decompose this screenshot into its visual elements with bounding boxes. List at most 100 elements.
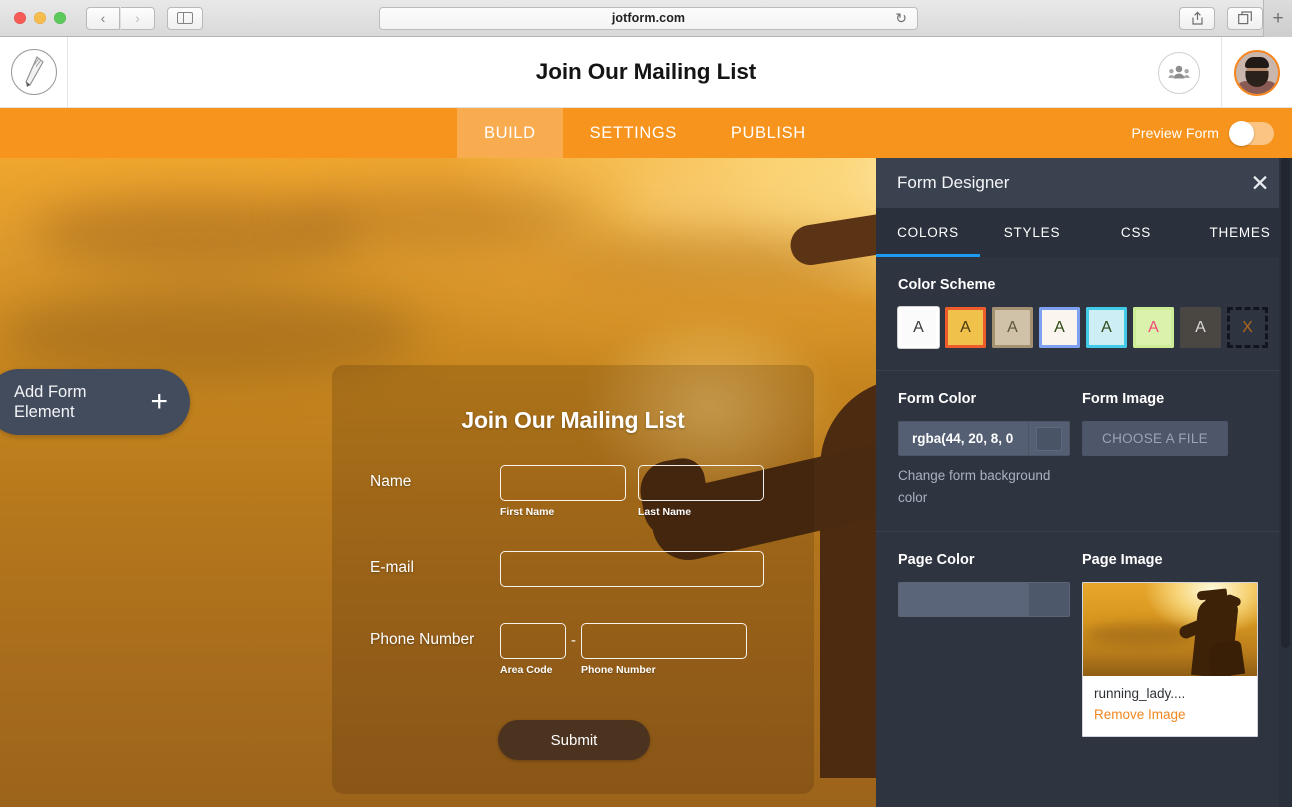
share-button[interactable] <box>1179 7 1215 30</box>
page-color-input-group[interactable] <box>898 582 1070 617</box>
last-name-input[interactable] <box>638 465 764 501</box>
chevron-left-icon: ‹ <box>100 10 106 26</box>
designer-tabs: COLORS STYLES CSS THEMES <box>876 208 1292 257</box>
form-heading: Join Our Mailing List <box>461 407 685 433</box>
main-toolbar: BUILD SETTINGS PUBLISH Preview Form <box>0 108 1292 158</box>
page-color-input[interactable] <box>899 583 1028 616</box>
field-input-group-area-code: Area Code <box>500 623 566 676</box>
page-color-chip[interactable] <box>1028 583 1069 616</box>
color-scheme-swatches: A A A A A A A X <box>898 307 1270 348</box>
forward-button[interactable]: › <box>121 6 155 30</box>
tab-publish[interactable]: PUBLISH <box>704 108 833 158</box>
form-color-input[interactable]: rgba(44, 20, 8, 0 <box>899 422 1028 455</box>
color-swatch-4[interactable]: A <box>1039 307 1080 348</box>
tab-settings[interactable]: SETTINGS <box>563 108 704 158</box>
field-input-group-phone-number: Phone Number <box>581 623 747 676</box>
avatar-cell[interactable] <box>1221 37 1292 108</box>
phone-number-sublabel: Phone Number <box>581 664 656 676</box>
navigation-buttons: ‹ › <box>86 6 155 30</box>
show-tabs-button[interactable] <box>1227 7 1263 30</box>
form-color-chip[interactable] <box>1028 422 1069 455</box>
color-swatch-2-letter: A <box>960 318 971 336</box>
designer-tab-themes-label: THEMES <box>1209 225 1271 240</box>
custom-color-x-icon[interactable]: X <box>1227 307 1268 348</box>
form-color-image-section: Form Color rgba(44, 20, 8, 0 Change form… <box>876 371 1292 532</box>
designer-tab-styles[interactable]: STYLES <box>980 208 1084 257</box>
designer-header: Form Designer ✕ <box>876 158 1292 208</box>
field-label-name: Name <box>370 473 412 490</box>
designer-tab-css[interactable]: CSS <box>1084 208 1188 257</box>
form-image-label: Form Image <box>1082 391 1165 407</box>
color-swatch-6[interactable]: A <box>1133 307 1174 348</box>
color-scheme-section: Color Scheme A A A A A A A X <box>876 257 1292 371</box>
area-code-sublabel: Area Code <box>500 664 553 676</box>
area-code-input[interactable] <box>500 623 566 659</box>
form-color-input-group[interactable]: rgba(44, 20, 8, 0 <box>898 421 1070 456</box>
field-row-email: E-mail <box>370 551 800 587</box>
color-swatch-5-letter: A <box>1101 318 1112 336</box>
page-image-card: running_lady.... Remove Image <box>1082 582 1258 737</box>
new-tab-button[interactable]: + <box>1263 0 1292 37</box>
designer-tab-themes[interactable]: THEMES <box>1188 208 1292 257</box>
form-card: Join Our Mailing List Name First Name La… <box>332 365 814 794</box>
field-label-phone: Phone Number <box>370 631 475 648</box>
close-icon[interactable]: ✕ <box>1248 171 1272 195</box>
choose-a-file-button[interactable]: CHOOSE A FILE <box>1082 421 1228 456</box>
address-bar[interactable]: jotform.com ↻ <box>379 6 918 30</box>
phone-separator: - <box>571 632 576 649</box>
color-swatch-3-letter: A <box>1007 318 1018 336</box>
form-color-helper: Change form background color <box>898 468 1051 505</box>
color-swatch-2[interactable]: A <box>945 307 986 348</box>
submit-button-label: Submit <box>550 731 598 749</box>
color-swatch-4-letter: A <box>1054 318 1065 336</box>
color-swatch-3[interactable]: A <box>992 307 1033 348</box>
sidebar-toggle-button[interactable] <box>167 6 203 30</box>
phone-number-input[interactable] <box>581 623 747 659</box>
designer-scrollbar[interactable] <box>1279 158 1292 807</box>
email-input[interactable] <box>500 551 764 587</box>
collaborators-button[interactable] <box>1158 51 1200 94</box>
app-root: ‹ › jotform.com ↻ + Join Our Mailing Lis… <box>0 0 1292 807</box>
designer-tab-styles-label: STYLES <box>1003 225 1061 240</box>
first-name-input[interactable] <box>500 465 626 501</box>
collaborators-icon <box>1168 65 1190 78</box>
minimize-window-button[interactable] <box>34 12 46 24</box>
preview-form-control: Preview Form <box>1131 108 1274 158</box>
tab-build[interactable]: BUILD <box>457 108 563 158</box>
preview-form-toggle[interactable] <box>1229 120 1274 146</box>
designer-tab-css-label: CSS <box>1120 225 1152 240</box>
submit-button[interactable]: Submit <box>498 720 650 760</box>
color-swatch-7[interactable]: A <box>1180 307 1221 348</box>
designer-tab-colors[interactable]: COLORS <box>876 208 980 257</box>
page-image-label: Page Image <box>1082 552 1163 568</box>
color-swatch-6-letter: A <box>1148 318 1159 336</box>
form-color-swatch-preview <box>1036 426 1062 451</box>
add-form-element-button[interactable]: Add Form Element + <box>0 369 190 435</box>
thumb-runner-leg <box>1206 639 1246 676</box>
maximize-window-button[interactable] <box>54 12 66 24</box>
page-image-group: Page Image running_lady.... Remove Image <box>1082 552 1270 737</box>
reload-icon[interactable]: ↻ <box>895 11 907 25</box>
form-color-group: Form Color rgba(44, 20, 8, 0 Change form… <box>898 391 1082 509</box>
designer-tab-colors-label: COLORS <box>897 225 959 240</box>
avatar-hair <box>1245 56 1269 68</box>
browser-toolbar: ‹ › jotform.com ↻ + <box>0 0 1292 37</box>
close-window-button[interactable] <box>14 12 26 24</box>
form-color-label: Form Color <box>898 391 977 407</box>
back-button[interactable]: ‹ <box>86 6 120 30</box>
last-name-sublabel: Last Name <box>638 506 692 518</box>
color-swatch-5[interactable]: A <box>1086 307 1127 348</box>
page-image-meta: running_lady.... Remove Image <box>1083 676 1257 736</box>
designer-scrollbar-thumb[interactable] <box>1281 158 1290 648</box>
user-avatar[interactable] <box>1234 49 1280 96</box>
share-icon <box>1191 11 1203 25</box>
field-input-group-first-name: First Name <box>500 465 626 518</box>
field-row-name: Name First Name Last Name <box>370 465 800 518</box>
toggle-knob <box>1229 120 1254 146</box>
color-swatch-1[interactable]: A <box>898 307 939 348</box>
color-scheme-title: Color Scheme <box>898 277 996 293</box>
remove-image-link[interactable]: Remove Image <box>1094 705 1246 725</box>
preview-form-label: Preview Form <box>1131 125 1219 141</box>
running-lady-thumbnail[interactable] <box>1083 583 1257 676</box>
page-title: Join Our Mailing List <box>535 59 757 84</box>
